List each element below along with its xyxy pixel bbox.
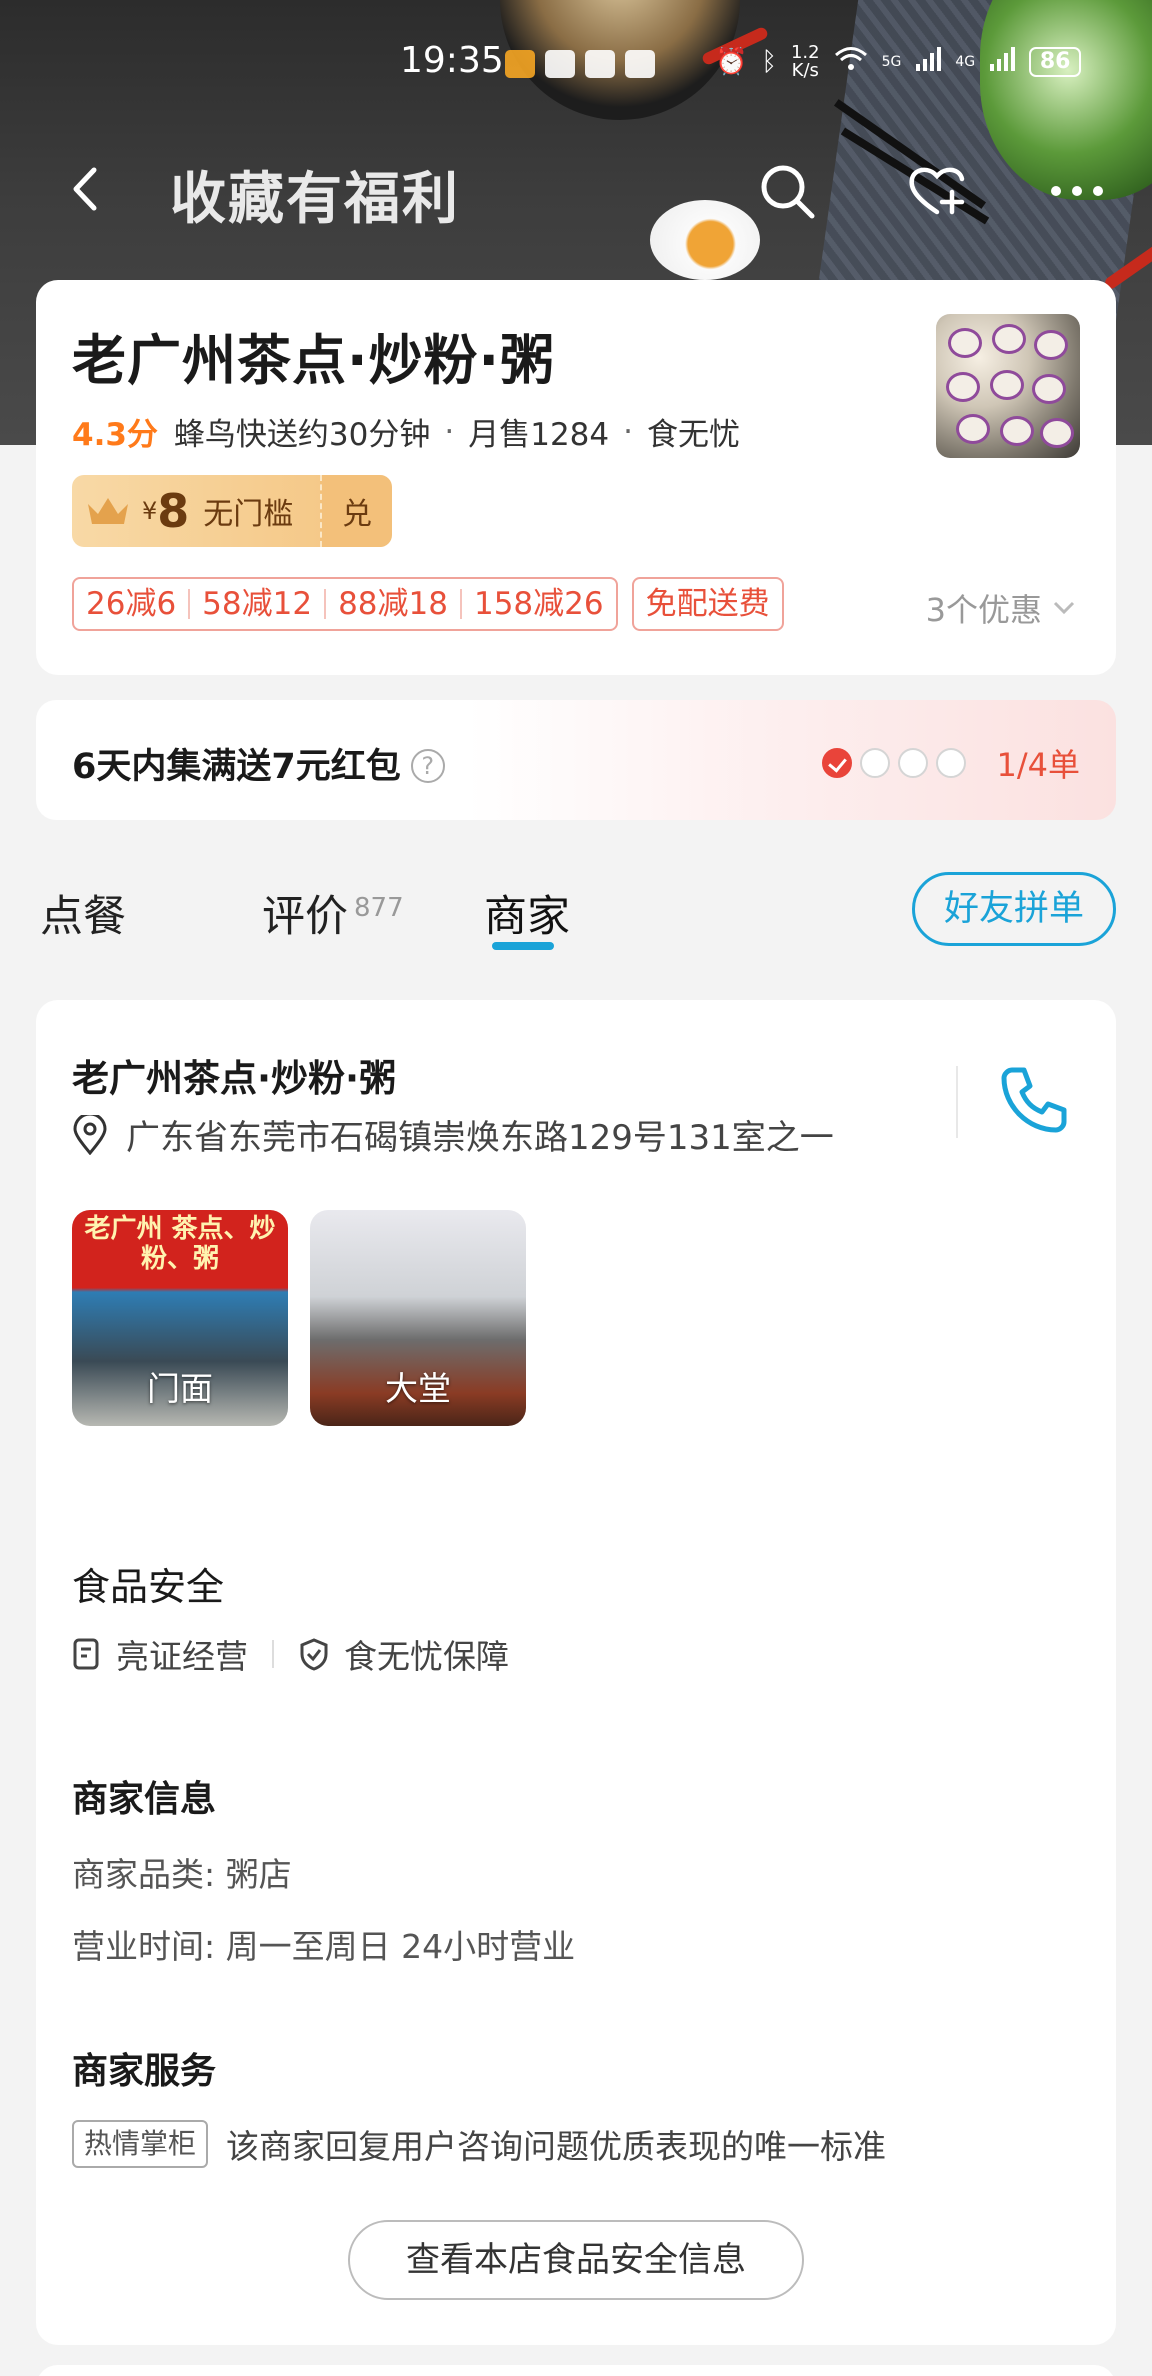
battery-indicator: 86 <box>1029 47 1082 77</box>
merchant-address[interactable]: 广东省东莞市石碣镇崇焕东路129号131室之一 <box>72 1110 834 1159</box>
progress-dot-icon <box>860 748 890 778</box>
shop-meta: 4.3分 蜂鸟快送约30分钟 · 月售1284 · 食无忧 <box>72 409 1080 454</box>
search-icon <box>761 165 815 219</box>
discount-tag: 58减12 <box>190 589 327 620</box>
discount-tag: 88减18 <box>326 589 462 620</box>
network-speed: 1.2 K/s <box>790 42 820 81</box>
tab-order[interactable]: 点餐 <box>40 882 126 944</box>
tab-reviews[interactable]: 评价 877 <box>262 882 404 944</box>
license-icon <box>73 1638 99 1670</box>
tab-merchant[interactable]: 商家 <box>484 882 570 944</box>
back-button[interactable] <box>62 164 112 214</box>
active-tab-indicator <box>492 942 554 950</box>
signal-bars-icon <box>915 46 942 79</box>
progress-dots <box>822 748 966 778</box>
shop-info-card: 老广州茶点·炒粉·粥 4.3分 蜂鸟快送约30分钟 · 月售1284 · 食无忧… <box>36 280 1116 675</box>
progress-dot-checked-icon <box>822 748 852 778</box>
chevron-left-icon <box>73 167 97 211</box>
photo-caption: 大堂 <box>385 1369 451 1408</box>
wifi-icon <box>834 46 868 79</box>
review-count: 877 <box>354 892 404 923</box>
food-safety-title: 食品安全 <box>72 1565 225 1609</box>
status-bar: 19:35 ⏰ ᛒ 1.2 K/s 5G 4G 86 <box>0 40 1152 90</box>
favorite-button[interactable] <box>906 160 968 222</box>
merchant-info-title: 商家信息 <box>72 1779 217 1820</box>
order-progress: 1/4单 <box>996 746 1080 784</box>
voice-notification-icon <box>545 50 575 78</box>
page-title: 收藏有福利 <box>170 167 460 232</box>
notification-icons <box>505 50 655 78</box>
help-icon[interactable]: ? <box>410 749 445 783</box>
phone-icon <box>1001 1067 1067 1133</box>
view-food-safety-button[interactable]: 查看本店食品安全信息 <box>348 2220 804 2300</box>
red-packet-text: 6天内集满送7元红包 <box>72 747 401 787</box>
progress-dot-icon <box>898 748 928 778</box>
signal-4g-icon: 4G <box>955 54 976 70</box>
app-notification-icon <box>505 50 535 78</box>
storefront-sign: 老广州 茶点、炒粉、粥 <box>84 1214 276 1274</box>
merchant-category: 商家品类: 粥店 <box>72 1855 292 1894</box>
merchant-panel: 老广州茶点·炒粉·粥 广东省东莞市石碣镇崇焕东路129号131室之一 老广州 茶… <box>36 1000 1116 2345</box>
location-pin-icon <box>73 1114 107 1155</box>
photo-caption: 门面 <box>147 1369 213 1408</box>
more-dots-icon <box>1051 186 1103 196</box>
guarantee-label: 食无忧 <box>647 417 740 453</box>
home-notification-icon <box>625 50 655 78</box>
dining-hall-photo[interactable]: 大堂 <box>310 1210 526 1426</box>
shop-tabs: 点餐 评价 877 商家 好友拼单 <box>0 860 1152 970</box>
signal-bars-icon-2 <box>989 46 1016 79</box>
merchant-name: 老广州茶点·炒粉·粥 <box>72 1057 397 1100</box>
red-packet-banner[interactable]: 6天内集满送7元红包? 1/4单 <box>36 700 1116 820</box>
group-order-button[interactable]: 好友拼单 <box>912 872 1116 946</box>
call-button[interactable] <box>994 1060 1074 1140</box>
discount-tags[interactable]: 26减6 58减12 88减18 158减26 免配送费 <box>72 577 784 631</box>
more-button[interactable] <box>1046 160 1108 222</box>
offers-expand[interactable]: 3个优惠 <box>926 585 1076 631</box>
discount-tag: 158减26 <box>473 586 604 622</box>
nav-bar: 收藏有福利 <box>0 150 1152 232</box>
member-coupon[interactable]: ¥ 8 无门槛 兑 <box>72 475 392 547</box>
merchant-service-title: 商家服务 <box>72 2051 217 2092</box>
system-status: ⏰ ᛒ 1.2 K/s 5G 4G 86 <box>715 42 1082 81</box>
free-delivery-tag: 免配送费 <box>631 577 784 631</box>
chevron-down-icon <box>1053 601 1075 615</box>
delivery-info: 蜂鸟快送约30分钟 <box>173 417 431 453</box>
coupon-amount: 8 <box>157 484 190 538</box>
shop-rating: 4.3分 <box>72 417 158 453</box>
coupon-redeem-button[interactable]: 兑 <box>320 475 392 547</box>
message-notification-icon <box>585 50 615 78</box>
full-reduction-tags: 26减6 58减12 88减18 158减26 <box>72 577 618 631</box>
heart-plus-icon <box>909 167 965 215</box>
business-hours: 营业时间: 周一至周日 24小时营业 <box>72 1927 576 1966</box>
progress-dot-icon <box>936 748 966 778</box>
alarm-icon: ⏰ <box>715 47 748 77</box>
signal-5g-icon: 5G <box>881 54 902 70</box>
food-safety-items[interactable]: 亮证经营 食无忧保障 <box>72 1630 509 1678</box>
coupon-condition: 无门槛 <box>203 497 294 532</box>
service-description: 该商家回复用户咨询问题优质表现的唯一标准 <box>226 2127 887 2166</box>
crown-icon <box>88 498 128 524</box>
status-time: 19:35 <box>400 40 504 81</box>
storefront-photo[interactable]: 老广州 茶点、炒粉、粥 门面 <box>72 1210 288 1426</box>
next-card-edge <box>36 2365 1116 2376</box>
bluetooth-icon: ᛒ <box>761 47 777 77</box>
shop-name: 老广州茶点·炒粉·粥 <box>72 329 556 392</box>
service-badge: 热情掌柜 <box>72 2120 209 2168</box>
search-button[interactable] <box>756 160 818 222</box>
discount-tag: 26减6 <box>74 589 191 620</box>
merchant-service-item: 热情掌柜 该商家回复用户咨询问题优质表现的唯一标准 <box>72 2120 886 2168</box>
shield-check-icon <box>300 1638 328 1671</box>
shop-thumbnail[interactable] <box>936 314 1080 458</box>
monthly-sales: 月售1284 <box>468 417 610 453</box>
